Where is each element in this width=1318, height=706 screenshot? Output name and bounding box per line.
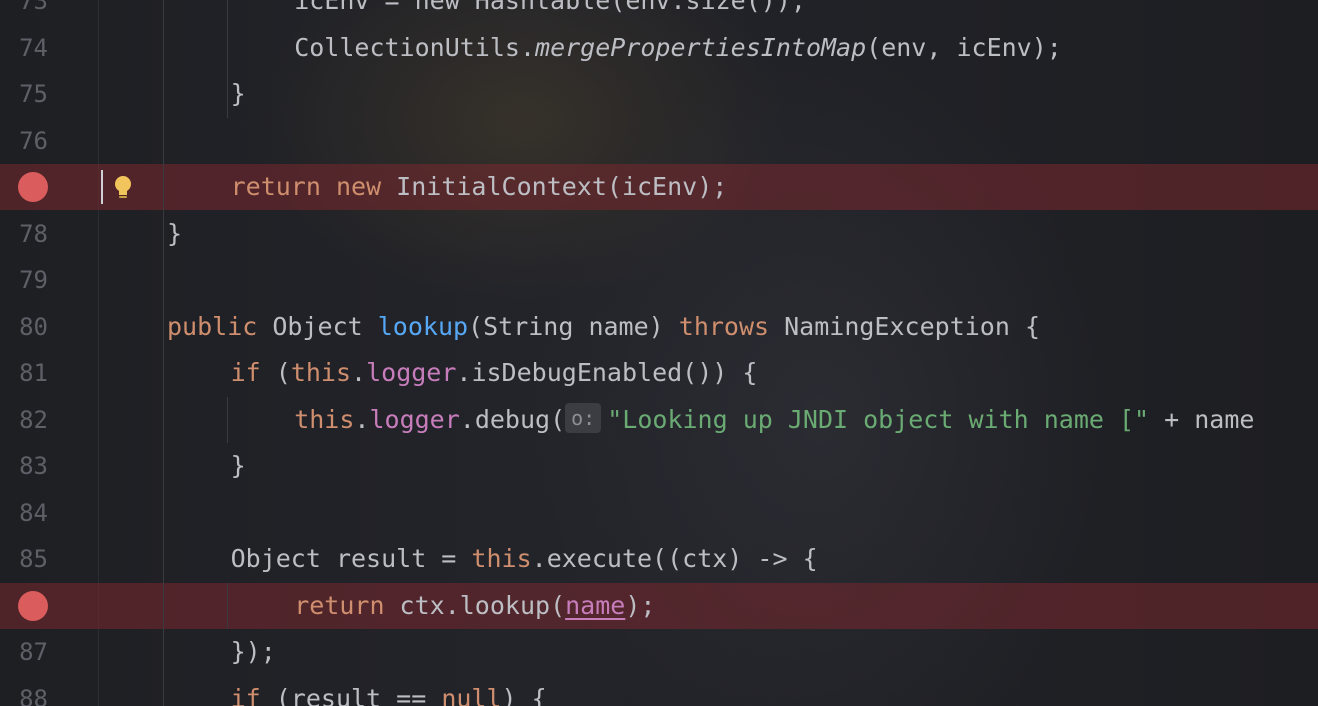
parameter-hint: o:	[565, 402, 602, 433]
code-token: .execute((ctx) -> {	[531, 544, 818, 573]
code-line[interactable]: 73 icEnv = new Hashtable(env.size());	[0, 0, 1318, 24]
code-token: if	[230, 358, 261, 387]
code-text[interactable]: public Object lookup(String name) throws…	[167, 304, 1040, 350]
line-number: 81	[19, 359, 48, 387]
code-token: logger	[369, 404, 460, 434]
code-line[interactable]: 76	[0, 118, 1318, 164]
code-token: }	[230, 451, 246, 480]
line-number: 85	[19, 545, 48, 573]
code-line[interactable]: 88 if (result == null) {	[0, 676, 1318, 706]
code-token: return	[230, 172, 321, 201]
code-token: logger	[366, 358, 457, 387]
line-number: 87	[19, 638, 48, 666]
indent-guide	[226, 396, 228, 443]
code-line[interactable]: return ctx.lookup(name);	[0, 582, 1318, 629]
code-text[interactable]: Object result = this.execute((ctx) -> {	[231, 536, 818, 582]
line-number: 83	[19, 452, 48, 480]
code-line[interactable]: 74 CollectionUtils.mergePropertiesIntoMap…	[0, 25, 1318, 71]
code-token: throws	[678, 311, 770, 341]
code-line[interactable]: 79	[0, 257, 1318, 303]
code-line[interactable]: 85 Object result = this.execute((ctx) -> …	[0, 536, 1318, 582]
code-text[interactable]: return ctx.lookup(name);	[294, 583, 655, 629]
code-editor[interactable]: 73 icEnv = new Hashtable(env.size()); 74 Co…	[0, 0, 1318, 706]
code-token: CollectionUtils.	[294, 32, 536, 62]
code-token: icEnv = new Hashtable(env.size());	[294, 0, 806, 15]
code-line[interactable]: 80 public Object lookup(String name) thro…	[0, 304, 1318, 350]
code-token: (env, icEnv);	[866, 32, 1062, 62]
code-token: NamingException {	[769, 311, 1041, 341]
code-text[interactable]: CollectionUtils.mergePropertiesIntoMap(e…	[294, 25, 1062, 71]
line-number: 75	[19, 80, 48, 108]
code-token: ctx.lookup(	[384, 590, 566, 620]
line-number: 88	[19, 684, 48, 706]
code-text[interactable]: if (result == null) {	[231, 676, 547, 706]
code-text[interactable]: }	[231, 71, 246, 117]
text-caret	[101, 170, 103, 204]
code-token: if	[230, 683, 261, 706]
code-token: }	[167, 218, 183, 248]
code-line[interactable]: 81 if (this.logger.isDebugEnabled()) {	[0, 350, 1318, 396]
code-token: ) {	[501, 683, 547, 706]
code-token: + name	[1149, 404, 1255, 434]
line-number: 82	[19, 405, 48, 434]
code-token: Object result =	[230, 544, 472, 573]
indent-guide	[226, 0, 228, 118]
indent-guide	[163, 0, 164, 706]
code-token: );	[625, 590, 656, 620]
code-text[interactable]: icEnv = new Hashtable(env.size());	[294, 0, 806, 24]
code-token: (String name)	[468, 311, 679, 341]
code-line[interactable]: 87});	[0, 629, 1318, 675]
code-token: });	[230, 637, 276, 666]
code-token: .isDebugEnabled()) {	[456, 358, 758, 387]
line-number: 73	[19, 0, 48, 15]
line-number: 80	[19, 312, 48, 341]
code-token: "Looking up JNDI object with name ["	[607, 404, 1150, 434]
code-text[interactable]: this.logger.debug(o: "Looking up JNDI obj…	[294, 397, 1254, 443]
code-token: lookup	[377, 311, 469, 341]
code-line[interactable]: 75}	[0, 71, 1318, 117]
code-token: (result ==	[260, 683, 442, 706]
line-number: 78	[19, 219, 48, 248]
code-token: InitialContext(icEnv);	[381, 172, 728, 201]
line-number: 76	[19, 126, 48, 155]
code-text[interactable]: return new InitialContext(icEnv);	[231, 164, 728, 210]
code-token: return	[294, 590, 385, 620]
code-token: Object	[257, 311, 378, 341]
code-token: (	[260, 358, 291, 387]
code-line[interactable]: 84	[0, 490, 1318, 536]
code-line[interactable]: 83}	[0, 443, 1318, 489]
code-token: }	[230, 79, 246, 108]
line-number: 84	[19, 498, 48, 527]
code-token: mergePropertiesIntoMap	[535, 32, 867, 62]
code-token: .	[351, 358, 367, 387]
code-token: new	[335, 172, 382, 201]
code-token: this	[471, 544, 532, 573]
code-text[interactable]: });	[231, 629, 276, 675]
lightbulb-icon[interactable]	[112, 175, 134, 201]
code-line[interactable]: 82 this.logger.debug(o: "Looking up JNDI o…	[0, 397, 1318, 443]
indent-guide	[226, 582, 228, 629]
code-token: public	[167, 311, 258, 341]
code-token: .debug(	[459, 404, 566, 434]
breakpoint-icon[interactable]	[18, 590, 48, 621]
code-text[interactable]: }	[167, 211, 182, 257]
code-token: this	[294, 404, 355, 434]
code-line[interactable]: 78}	[0, 211, 1318, 257]
code-token: name	[565, 590, 626, 620]
code-token: .	[354, 404, 370, 434]
code-text[interactable]: if (this.logger.isDebugEnabled()) {	[231, 350, 758, 396]
code-token: this	[290, 358, 352, 387]
breakpoint-icon[interactable]	[18, 172, 48, 202]
code-line[interactable]: return new InitialContext(icEnv);	[0, 164, 1318, 210]
code-text[interactable]: }	[231, 443, 246, 489]
code-token: null	[441, 683, 502, 706]
line-number: 79	[19, 266, 48, 294]
line-number: 74	[19, 33, 48, 62]
